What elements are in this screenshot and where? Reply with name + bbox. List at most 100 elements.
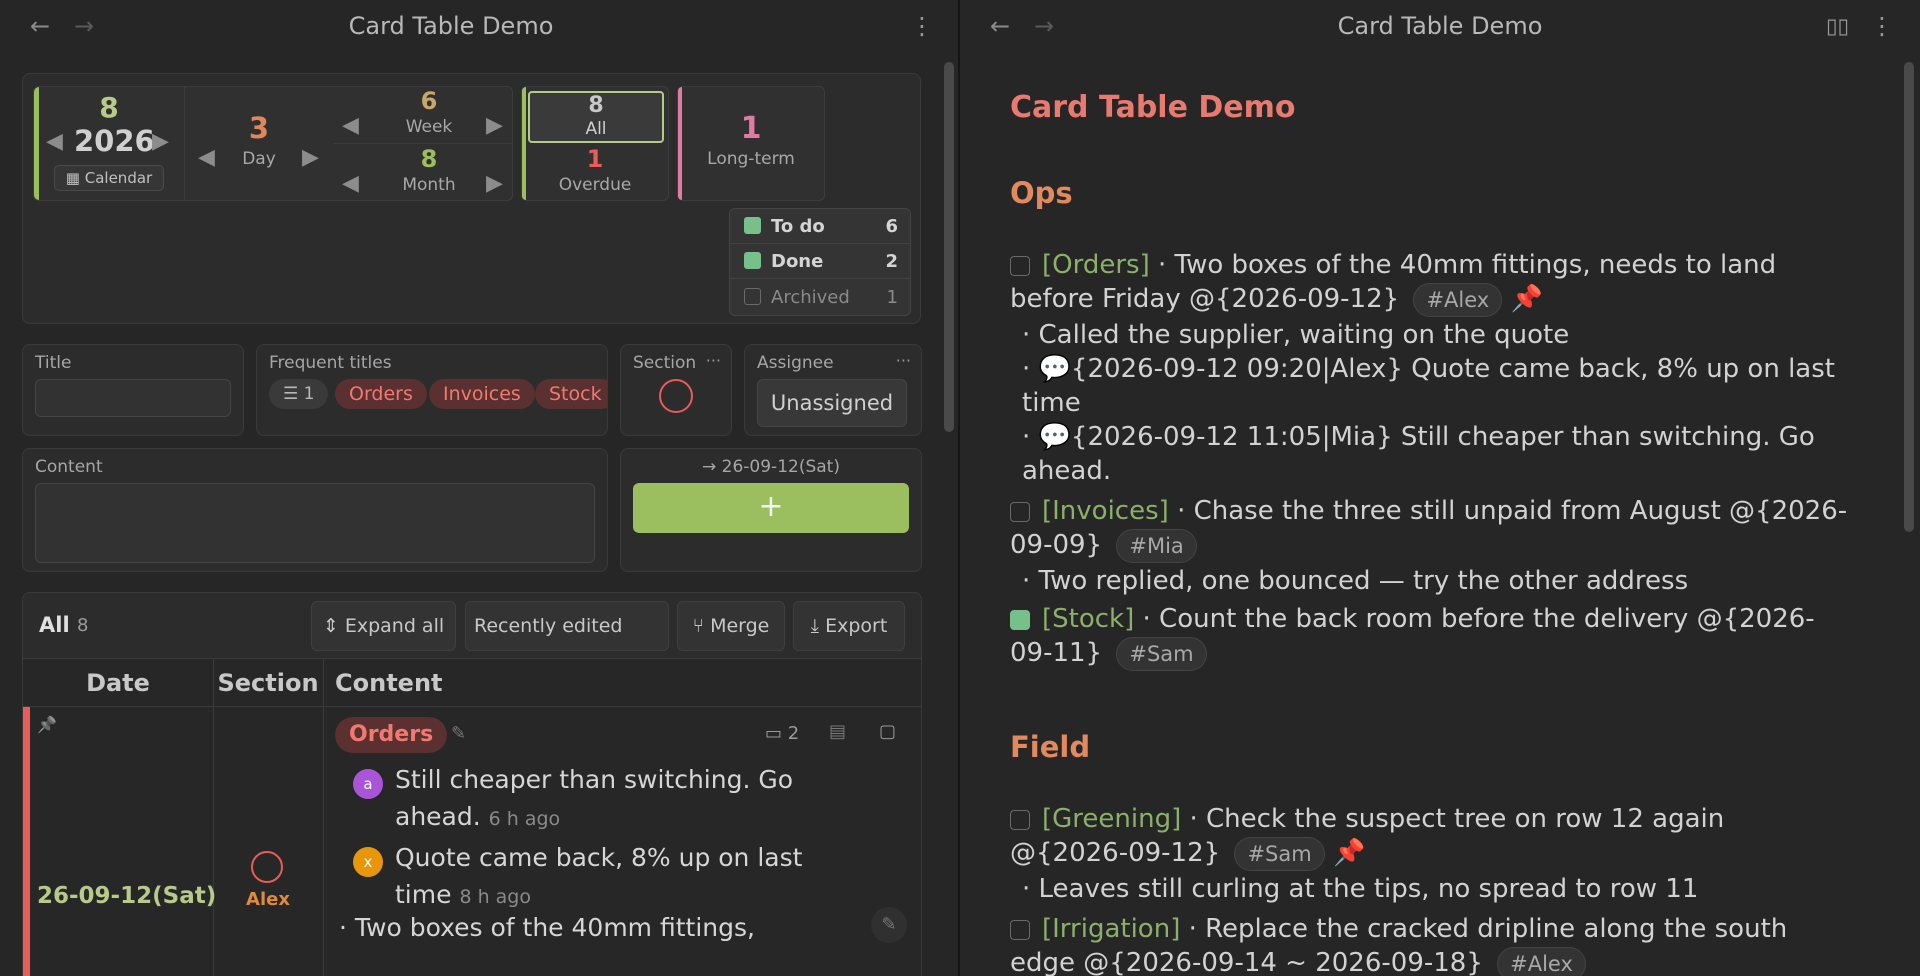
comment-text: Quote came back, 8% up on last time [395, 843, 803, 909]
comment-time: 6 h ago [488, 808, 561, 830]
status-count: 1 [886, 287, 898, 308]
task-note: · Two replied, one bounced — try the oth… [1022, 566, 1689, 596]
month-prev-icon[interactable]: ◀ [342, 171, 359, 196]
overdue-filter-button[interactable]: 1 Overdue [522, 145, 668, 201]
checkbox-icon[interactable] [1010, 610, 1030, 630]
year-next-icon[interactable]: ▶ [152, 129, 169, 154]
comment-count-value: 2 [787, 723, 800, 744]
section-heading: Field [1010, 730, 1091, 764]
section-field-label: Section [633, 353, 697, 373]
table-row[interactable]: 📌 26-09-12(Sat) Alex Orders ✎ ▭ 2 ▤ ▢ a … [23, 707, 921, 976]
calendar-button[interactable]: ▦ Calendar [54, 165, 164, 191]
scrollbar[interactable] [1904, 62, 1914, 532]
content-preview[interactable]: · Two boxes of the 40mm fittings, [339, 913, 755, 942]
avatar: x [353, 847, 383, 877]
week-prev-icon[interactable]: ◀ [342, 113, 359, 138]
title-input[interactable] [35, 379, 231, 417]
frequent-chip[interactable]: Orders [335, 379, 427, 409]
day-label: Day [242, 149, 276, 169]
calendar-icon: ▦ [65, 169, 80, 187]
assignee-more-icon[interactable]: ··· [896, 351, 911, 370]
assignee-select[interactable]: Unassigned [757, 379, 907, 427]
doc-title: Card Table Demo [1010, 90, 1296, 125]
content-field-panel: Content [22, 448, 608, 572]
assignee-tag[interactable]: #Alex [1413, 283, 1503, 317]
task-comment: · 💬{2026-09-12 09:20|Alex} Quote came ba… [1022, 354, 1835, 418]
status-todo[interactable]: To do 6 [730, 209, 910, 244]
comment-time: 8 h ago [459, 886, 531, 908]
longterm-filter-button[interactable]: 1 Long-term [677, 86, 825, 201]
all-count: 8 [588, 93, 604, 118]
target-date-label: → 26-09-12(Sat) [702, 457, 840, 477]
pin-icon[interactable]: 📌 [37, 715, 57, 734]
all-label: All [585, 119, 607, 139]
checkbox-icon[interactable] [744, 252, 761, 269]
month-label: Month [402, 175, 456, 195]
divider [334, 143, 512, 144]
checkbox-icon[interactable] [1010, 920, 1030, 940]
checkbox-icon[interactable] [1010, 810, 1030, 830]
task-item[interactable]: [Orders] · Two boxes of the 40mm fitting… [1010, 248, 1850, 317]
add-button[interactable]: + [633, 483, 909, 533]
checkbox-icon[interactable] [1010, 502, 1030, 522]
merge-button[interactable]: ⑂ Merge [677, 601, 785, 651]
assignee-tag[interactable]: #Alex [1497, 947, 1586, 976]
checkbox-icon[interactable] [744, 217, 761, 234]
scope-label: All [39, 613, 70, 637]
task-note: · Leaves still curling at the tips, no s… [1022, 874, 1699, 904]
reply-icon[interactable]: ▢ [879, 721, 896, 742]
date-range-group: 8 ◀ 2026 ▶ ▦ Calendar ◀ 3 Day ▶ ◀ 6 Week… [33, 86, 513, 201]
assignee-field-panel: Assignee ··· Unassigned [744, 344, 922, 436]
header-content[interactable]: Content [323, 659, 443, 707]
section-color-picker[interactable] [659, 379, 693, 413]
edit-icon[interactable]: ✎ [451, 723, 466, 744]
calendar-button-label: Calendar [84, 169, 153, 187]
year-prev-icon[interactable]: ◀ [46, 129, 63, 154]
section-chip[interactable]: Orders [335, 717, 448, 753]
checkbox-icon[interactable] [744, 288, 761, 305]
section-dot [251, 851, 283, 883]
longterm-label: Long-term [707, 149, 795, 169]
status-archived[interactable]: Archived 1 [730, 279, 910, 315]
comment-count[interactable]: ▭ 2 [765, 723, 799, 744]
list-toolbar: All 8 ⇕ Expand all Recently edited ⑂ Mer… [22, 592, 922, 658]
week-next-icon[interactable]: ▶ [486, 113, 503, 138]
assignee-tag[interactable]: #Sam [1116, 637, 1207, 671]
frequent-chip[interactable]: Invoices [429, 379, 535, 409]
day-prev-icon[interactable]: ◀ [198, 145, 215, 170]
card-table: Date Section Content 📌 26-09-12(Sat) Ale… [22, 658, 922, 976]
export-button[interactable]: ⤓ Export [793, 601, 905, 651]
sort-select[interactable]: Recently edited [465, 601, 669, 651]
pin-icon: 📌 [1332, 838, 1366, 868]
content-field-label: Content [35, 457, 103, 477]
month-next-icon[interactable]: ▶ [486, 171, 503, 196]
edit-content-icon[interactable]: ✎ [871, 907, 907, 943]
assignee-tag[interactable]: #Mia [1116, 529, 1197, 563]
task-item[interactable]: [Irrigation] · Replace the cracked dripl… [1010, 912, 1850, 976]
expand-all-button[interactable]: ⇕ Expand all [311, 601, 456, 651]
content-textarea[interactable] [35, 483, 595, 563]
pin-icon: 📌 [1510, 284, 1543, 314]
assignee-tag[interactable]: #Sam [1234, 837, 1325, 871]
checkbox-icon[interactable] [1010, 256, 1030, 276]
more-menu-icon[interactable]: ⋮ [910, 12, 934, 40]
overdue-label: Overdue [558, 175, 632, 195]
status-filter: To do 6 Done 2 Archived 1 [729, 208, 911, 316]
frequent-count-chip[interactable]: ☰ 1 [269, 379, 329, 409]
section-more-icon[interactable]: ··· [706, 351, 721, 370]
task-section: [Stock] [1042, 604, 1135, 634]
left-header: ← → Card Table Demo ⋮ [0, 0, 958, 56]
frequent-chip[interactable]: Stock [535, 379, 607, 409]
reading-mode-icon[interactable]: ▯▯ [1826, 14, 1849, 38]
header-date[interactable]: Date [23, 659, 213, 707]
day-next-icon[interactable]: ▶ [302, 145, 319, 170]
header-section[interactable]: Section [213, 659, 323, 707]
more-menu-icon[interactable]: ⋮ [1870, 12, 1894, 40]
task-item[interactable]: [Invoices] · Chase the three still unpai… [1010, 494, 1850, 563]
task-item[interactable]: [Stock] · Count the back room before the… [1010, 602, 1850, 671]
archive-icon[interactable]: ▤ [829, 721, 846, 742]
scrollbar[interactable] [944, 62, 954, 432]
all-filter-button[interactable]: 8 All [528, 91, 664, 143]
task-item[interactable]: [Greening] · Check the suspect tree on r… [1010, 802, 1850, 871]
status-done[interactable]: Done 2 [730, 244, 910, 279]
